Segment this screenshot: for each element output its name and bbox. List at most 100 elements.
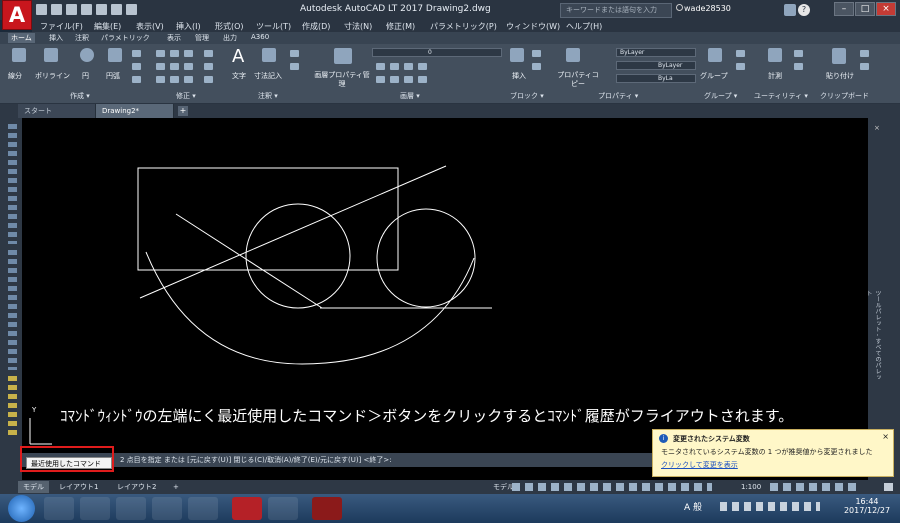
clock[interactable]: 16:44 2017/12/27 [842, 497, 892, 515]
lineweight-dropdown[interactable]: ByLa [616, 74, 696, 83]
tab-output[interactable]: 出力 [220, 33, 240, 43]
layer-dropdown[interactable]: 0 [372, 48, 502, 57]
menu-format[interactable]: 形式(O) [215, 21, 244, 32]
ime-indicator[interactable]: A 般 [684, 500, 702, 513]
new-file-icon[interactable] [36, 4, 47, 15]
autocad-logo-icon[interactable]: A [2, 0, 32, 30]
trim-icon[interactable] [184, 50, 193, 57]
palette-close-icon[interactable]: × [874, 124, 882, 132]
add-layout-icon[interactable]: + [168, 481, 184, 493]
table-icon[interactable] [290, 63, 299, 70]
ungroup-icon[interactable] [736, 50, 745, 57]
layer-merge-icon[interactable] [418, 76, 427, 83]
acrobat-icon[interactable] [312, 497, 342, 520]
help-icon[interactable]: ? [798, 4, 810, 16]
annotation-scale[interactable]: 1:100 [736, 481, 766, 493]
autocad-taskbar-icon[interactable] [232, 497, 262, 520]
layer-previous-icon[interactable] [390, 76, 399, 83]
measure-icon[interactable] [768, 48, 782, 62]
offset-icon[interactable] [204, 76, 213, 83]
menu-modify[interactable]: 修正(M) [386, 21, 415, 32]
menu-help[interactable]: ヘルプ(H) [566, 21, 602, 32]
scale-icon[interactable] [170, 76, 179, 83]
draw-toolbar-icons[interactable] [8, 124, 17, 244]
circle-icon[interactable] [80, 48, 94, 62]
tab-view[interactable]: 表示 [164, 33, 184, 43]
layer-walk-icon[interactable] [404, 76, 413, 83]
match-properties-icon[interactable] [566, 48, 580, 62]
menu-draw[interactable]: 作成(D) [302, 21, 330, 32]
panel-clipboard[interactable]: クリップボード [820, 91, 869, 103]
undo-icon[interactable] [111, 4, 122, 15]
panel-block[interactable]: ブロック ▾ [510, 91, 544, 103]
layer-freeze-icon[interactable] [404, 63, 413, 70]
menu-view[interactable]: 表示(V) [136, 21, 164, 32]
doctab-drawing2[interactable]: Drawing2* [96, 104, 174, 118]
user-account[interactable]: wade28530 [684, 4, 731, 13]
menu-insert[interactable]: 挿入(I) [176, 21, 201, 32]
menu-edit[interactable]: 編集(E) [94, 21, 121, 32]
stretch-icon[interactable] [156, 76, 165, 83]
paste-icon[interactable] [832, 48, 846, 64]
panel-layers[interactable]: 画層 ▾ [400, 91, 420, 103]
erase-icon[interactable] [204, 50, 213, 57]
insert-block-icon[interactable] [510, 48, 524, 62]
system-tray-icons[interactable] [720, 502, 820, 511]
thunderbird-icon[interactable] [152, 497, 182, 520]
leader-icon[interactable] [290, 50, 299, 57]
move-icon[interactable] [156, 50, 165, 57]
new-tab-icon[interactable]: + [178, 106, 188, 116]
tab-home[interactable]: ホーム [8, 33, 35, 43]
layout-tab-1[interactable]: レイアウト1 [54, 481, 103, 493]
array-icon[interactable] [184, 76, 193, 83]
notification-close-icon[interactable]: × [882, 432, 889, 441]
paint-icon[interactable] [268, 497, 298, 520]
explode-icon[interactable] [204, 63, 213, 70]
layout-tab-2[interactable]: レイアウト2 [112, 481, 161, 493]
color-dropdown[interactable]: ByLayer [616, 48, 696, 57]
id-point-icon[interactable] [794, 63, 803, 70]
polyline-icon[interactable] [44, 48, 58, 62]
panel-properties[interactable]: プロパティ ▾ [598, 91, 638, 103]
copy-clip-icon[interactable] [860, 63, 869, 70]
layer-match-icon[interactable] [376, 76, 385, 83]
text-icon[interactable]: A [232, 46, 244, 67]
fillet-icon[interactable] [184, 63, 193, 70]
tab-manage[interactable]: 管理 [192, 33, 212, 43]
copy-icon[interactable] [156, 63, 165, 70]
panel-utilities[interactable]: ユーティリティ ▾ [754, 91, 808, 103]
status-toggle-icons[interactable] [512, 483, 712, 491]
close-button[interactable]: × [876, 2, 896, 16]
modify-toolbar-icons[interactable] [8, 250, 17, 370]
save-as-icon[interactable] [81, 4, 92, 15]
minimize-button[interactable]: – [834, 2, 854, 16]
dimension-icon[interactable] [262, 48, 276, 62]
notification-link[interactable]: クリックして変更を表示 [661, 460, 738, 470]
mirror-icon[interactable] [170, 63, 179, 70]
group-edit-icon[interactable] [736, 63, 745, 70]
layer-lock-icon[interactable] [418, 63, 427, 70]
status-tool-icons[interactable] [770, 483, 860, 491]
rectangle-icon[interactable] [132, 50, 141, 57]
system-variable-notification[interactable]: i 変更されたシステム変数 モニタされているシステム変数の 1 つが推奨値から変… [652, 429, 894, 477]
quick-calc-icon[interactable] [794, 50, 803, 57]
panel-annotate[interactable]: 注釈 ▾ [258, 91, 278, 103]
command-line[interactable]: 2 点目を指定 または [元に戻す(U)] 閉じる(C)/取消(A)/終了(E)… [22, 453, 656, 467]
tab-parametric[interactable]: パラメトリック [98, 33, 153, 43]
open-file-icon[interactable] [51, 4, 62, 15]
gradient-icon[interactable] [132, 76, 141, 83]
line-icon[interactable] [12, 48, 26, 62]
redo-icon[interactable] [126, 4, 137, 15]
search-icon[interactable] [676, 4, 683, 11]
tab-annotate[interactable]: 注釈 [72, 33, 92, 43]
linetype-dropdown[interactable]: ByLayer [616, 61, 696, 70]
layout-tab-model[interactable]: モデル [18, 481, 49, 493]
doctab-start[interactable]: スタート [18, 104, 96, 118]
save-icon[interactable] [66, 4, 77, 15]
media-player-icon[interactable] [44, 497, 74, 520]
layer-properties-icon[interactable] [334, 48, 352, 64]
chrome-icon[interactable] [116, 497, 146, 520]
start-button[interactable] [8, 495, 35, 522]
rotate-icon[interactable] [170, 50, 179, 57]
internet-explorer-icon[interactable] [188, 497, 218, 520]
